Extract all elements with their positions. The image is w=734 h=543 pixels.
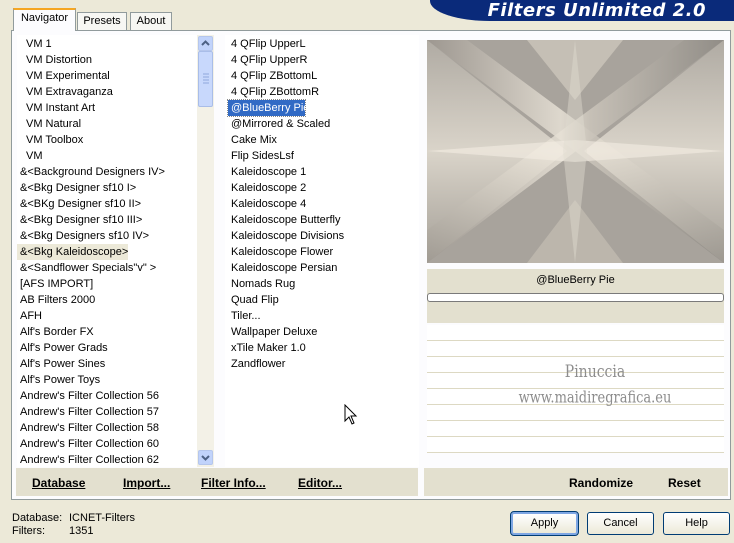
chevron-up-icon <box>201 40 210 46</box>
help-button[interactable]: Help <box>663 512 730 535</box>
category-item[interactable]: Andrew's Filter Collection 60 <box>17 436 197 452</box>
filter-item[interactable]: Kaleidoscope Persian <box>228 260 419 276</box>
category-item[interactable]: VM Distortion <box>17 52 197 68</box>
category-item[interactable]: &<Sandflower Specials"v" > <box>17 260 197 276</box>
category-item[interactable]: &<Bkg Kaleidoscope> <box>17 244 129 260</box>
progress-bar <box>427 293 724 302</box>
watermark-line2: www.maidiregrafica.eu <box>518 389 672 408</box>
filter-item[interactable]: 4 QFlip ZBottomL <box>228 68 419 84</box>
filter-item[interactable]: @Mirrored & Scaled <box>228 116 419 132</box>
category-item[interactable]: VM 1 <box>17 36 197 52</box>
scroll-thumb[interactable] <box>198 51 213 107</box>
filter-item[interactable]: Nomads Rug <box>228 276 419 292</box>
filter-item[interactable]: Zandflower <box>228 356 419 372</box>
category-item[interactable]: VM Instant Art <box>17 100 197 116</box>
mouse-cursor-icon <box>344 404 358 425</box>
filters-count-label: Filters: <box>12 525 45 537</box>
category-list[interactable]: VM 1 VM Distortion VM Experimental VM Extra… <box>17 35 197 467</box>
filter-item[interactable]: Cake Mix <box>228 132 419 148</box>
filter-item[interactable]: 4 QFlip ZBottomR <box>228 84 419 100</box>
app-title: Filters Unlimited 2.0 <box>430 0 734 21</box>
category-item[interactable]: &<Bkg Designer sf10 I> <box>17 180 197 196</box>
tab-navigator[interactable]: Navigator <box>13 8 76 31</box>
category-item[interactable]: Andrew's Filter Collection 62 <box>17 452 197 467</box>
category-item[interactable]: VM Extravaganza <box>17 84 197 100</box>
filter-item[interactable]: 4 QFlip UpperR <box>228 52 419 68</box>
filter-item[interactable]: @BlueBerry Pie <box>227 99 309 117</box>
filter-item[interactable]: Kaleidoscope Butterfly <box>228 212 419 228</box>
filter-item[interactable]: Kaleidoscope 1 <box>228 164 419 180</box>
watermark-line1: Pinuccia <box>564 362 626 382</box>
filter-item[interactable]: 4 QFlip UpperL <box>228 36 419 52</box>
category-item[interactable]: &<Bkg Designers sf10 IV> <box>17 228 197 244</box>
chevron-down-icon <box>201 455 210 461</box>
category-item[interactable]: Andrew's Filter Collection 56 <box>17 388 197 404</box>
category-item[interactable]: Andrew's Filter Collection 57 <box>17 404 197 420</box>
filter-item[interactable]: Kaleidoscope 4 <box>228 196 419 212</box>
category-item[interactable]: VM Toolbox <box>17 132 197 148</box>
scroll-down-button[interactable] <box>198 450 213 465</box>
database-value: ICNET-Filters <box>69 512 135 524</box>
tab-presets[interactable]: Presets <box>77 12 127 30</box>
filter-item[interactable]: Kaleidoscope Flower <box>228 244 419 260</box>
category-item[interactable]: AFH <box>17 308 197 324</box>
filter-item[interactable]: Tiler... <box>228 308 419 324</box>
editor-button[interactable]: Editor... <box>298 476 342 490</box>
category-item[interactable]: AB Filters 2000 <box>17 292 197 308</box>
database-label: Database: <box>12 512 63 524</box>
import-button[interactable]: Import... <box>123 476 170 490</box>
category-item[interactable]: Alf's Power Sines <box>17 356 197 372</box>
filter-item[interactable]: xTile Maker 1.0 <box>228 340 419 356</box>
scroll-up-button[interactable] <box>198 36 213 51</box>
category-item[interactable]: Alf's Border FX <box>17 324 197 340</box>
category-item[interactable]: VM <box>17 148 197 164</box>
filter-preview-image <box>427 40 724 263</box>
grip-icon <box>203 73 209 84</box>
category-item[interactable]: Andrew's Filter Collection 58 <box>17 420 197 436</box>
category-item[interactable]: VM Natural <box>17 116 197 132</box>
filter-item[interactable]: Wallpaper Deluxe <box>228 324 419 340</box>
category-item[interactable]: &<Bkg Designer sf10 III> <box>17 212 197 228</box>
category-item[interactable]: &<BKg Designer sf10 II> <box>17 196 197 212</box>
filter-list[interactable]: 4 QFlip UpperL 4 QFlip UpperR 4 QFlip ZBot… <box>225 35 419 467</box>
category-item[interactable]: &<Background Designers IV> <box>17 164 197 180</box>
filter-info-button[interactable]: Filter Info... <box>201 476 266 490</box>
cancel-button[interactable]: Cancel <box>587 512 654 535</box>
reset-button[interactable]: Reset <box>668 476 701 490</box>
tab-about[interactable]: About <box>130 12 172 30</box>
category-item[interactable]: [AFS IMPORT] <box>17 276 197 292</box>
filter-item[interactable]: Kaleidoscope 2 <box>228 180 419 196</box>
filter-item[interactable]: Quad Flip <box>228 292 419 308</box>
filters-count-value: 1351 <box>69 525 94 537</box>
category-item[interactable]: Alf's Power Grads <box>17 340 197 356</box>
category-item[interactable]: VM Experimental <box>17 68 197 84</box>
category-item[interactable]: Alf's Power Toys <box>17 372 197 388</box>
randomize-button[interactable]: Randomize <box>569 476 633 490</box>
category-scrollbar[interactable] <box>197 35 214 467</box>
selected-filter-name: @BlueBerry Pie <box>536 274 615 286</box>
apply-button[interactable]: Apply <box>510 511 579 536</box>
filter-item[interactable]: Kaleidoscope Divisions <box>228 228 419 244</box>
database-button[interactable]: Database <box>32 476 85 490</box>
filter-item[interactable]: Flip SidesLsf <box>228 148 419 164</box>
